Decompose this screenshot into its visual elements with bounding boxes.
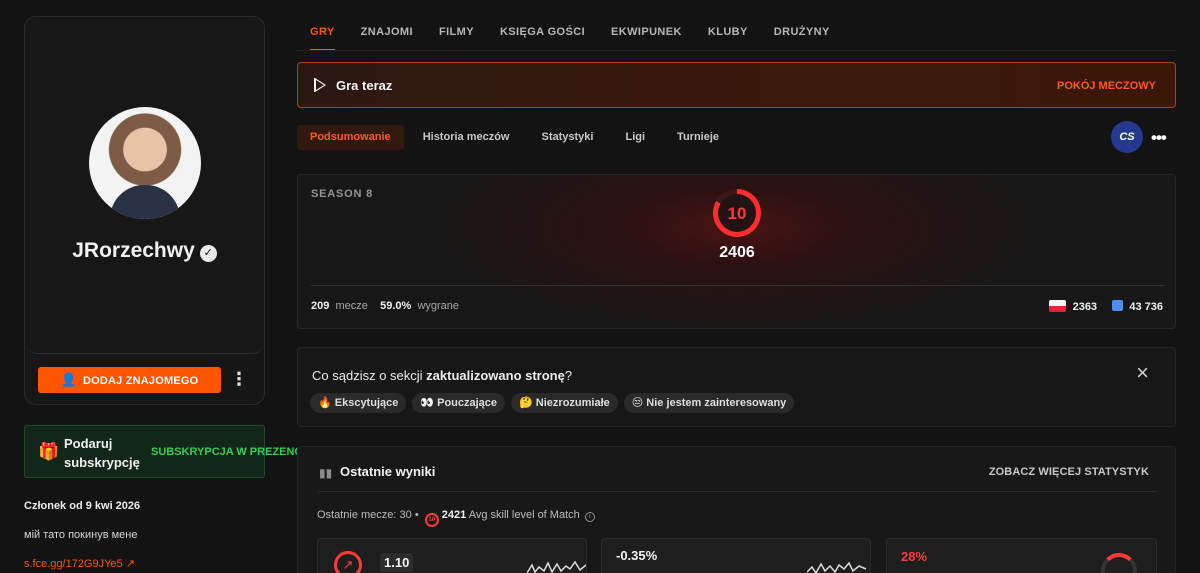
- reaction-confusing[interactable]: 🤔 Niezrozumiałe: [511, 393, 618, 413]
- country-rank: 2363: [1072, 301, 1098, 313]
- season-label: SEASON 8: [311, 188, 374, 200]
- add-person-icon: 👤: [60, 372, 77, 387]
- season-card: SEASON 8 10 2406 209 mecze 59.0% wygrane…: [297, 174, 1176, 329]
- change-value: -0.35%: [616, 548, 658, 563]
- survey-question-prefix: Co sądzisz o sekcji: [312, 368, 427, 383]
- verified-icon: ✓: [199, 245, 217, 262]
- username-row: JRorzechwy ✓: [25, 239, 264, 263]
- external-link-icon: ↗: [125, 558, 135, 570]
- more-options-icon[interactable]: ⋮: [230, 369, 248, 391]
- reaction-informative[interactable]: 👀 Pouczające: [412, 393, 506, 413]
- add-friend-button[interactable]: 👤 DODAJ ZNAJOMEGO: [38, 367, 221, 393]
- results-divider: [318, 491, 1157, 492]
- close-icon[interactable]: ×: [1136, 362, 1149, 384]
- survey-question-bold: zaktualizowano stronę: [426, 368, 565, 383]
- subtab-leagues[interactable]: Ligi: [612, 125, 658, 150]
- profile-header: JRorzechwy ✓: [25, 17, 264, 354]
- world-rank-icon: [1112, 300, 1124, 311]
- ranking-summary: 2363 43 736: [1048, 300, 1163, 313]
- stat-card-change: -0.35%: [601, 538, 871, 573]
- recent-results-card: ▮▮ Ostatnie wyniki ZOBACZ WIĘCEJ STATYST…: [297, 446, 1176, 573]
- tab-teams[interactable]: DRUŻYNY: [774, 26, 830, 51]
- elo-value: 2406: [719, 244, 755, 261]
- subtab-summary[interactable]: Podsumowanie: [297, 125, 404, 150]
- change-sparkline: [807, 561, 867, 573]
- matches-count: 209: [311, 300, 330, 312]
- avatar[interactable]: [89, 107, 201, 219]
- survey-question-suffix: ?: [564, 368, 573, 383]
- profile-link-text[interactable]: s.fce.gg/172G9JYe5: [24, 558, 123, 570]
- profile-card: JRorzechwy ✓ 👤 DODAJ ZNAJOMEGO ⋮: [24, 16, 265, 405]
- reaction-exciting[interactable]: 🔥 Ekscytujące: [310, 393, 407, 413]
- subtab-tournaments[interactable]: Turnieje: [664, 125, 732, 150]
- bar-chart-icon: ▮▮: [319, 466, 333, 480]
- profile-link[interactable]: s.fce.gg/172G9JYe5 ↗: [24, 557, 135, 570]
- stat-card-kd: ↗ 1.10: [317, 538, 587, 573]
- gift-title: Podaruj subskrypcję: [64, 436, 140, 470]
- username: JRorzechwy: [72, 239, 195, 262]
- subtab-statistics[interactable]: Statystyki: [529, 125, 607, 150]
- now-playing-label: Gra teraz: [336, 78, 393, 93]
- add-friend-label: DODAJ ZNAJOMEGO: [82, 375, 199, 387]
- winrate-ring-icon: [1101, 553, 1137, 573]
- gift-icon: 🎁: [38, 442, 60, 461]
- play-icon: [314, 78, 326, 92]
- profile-bio: мій тато покинув мене: [24, 529, 138, 541]
- tabs-divider: [297, 50, 1176, 51]
- member-since: Członek od 9 kwi 2026: [24, 500, 141, 512]
- world-rank: 43 736: [1129, 301, 1163, 313]
- mini-skill-level-icon: 10: [424, 513, 439, 527]
- kd-sparkline: [527, 560, 586, 573]
- survey-reactions: 🔥 Ekscytujące 👀 Pouczające 🤔 Niezrozumia…: [310, 393, 795, 413]
- season-stats: 209 mecze 59.0% wygrane: [311, 300, 459, 312]
- skill-level: 10: [727, 204, 747, 223]
- survey-question: Co sądzisz o sekcji zaktualizowano stron…: [312, 368, 572, 383]
- game-selector-badge[interactable]: CS: [1111, 121, 1143, 153]
- tab-guestbook[interactable]: KSIĘGA GOŚCI: [500, 26, 585, 51]
- feedback-survey: Co sądzisz o sekcji zaktualizowano stron…: [297, 347, 1176, 427]
- kd-gauge-icon: ↗: [334, 551, 362, 573]
- win-rate: 59.0%: [380, 300, 412, 312]
- info-icon[interactable]: i: [584, 512, 595, 522]
- tab-clubs[interactable]: KLUBY: [708, 26, 748, 51]
- tab-gry[interactable]: GRY: [310, 26, 335, 51]
- gift-subscription-link[interactable]: SUBSKRYPCJA W PREZENCIE: [151, 446, 313, 458]
- results-title: Ostatnie wyniki: [340, 464, 436, 479]
- poland-flag-icon: [1048, 300, 1066, 312]
- tab-znajomi[interactable]: ZNAJOMI: [361, 26, 413, 51]
- reaction-not-interested[interactable]: 😒 Nie jestem zainteresowany: [623, 393, 795, 413]
- more-horizontal-icon[interactable]: •••: [1151, 128, 1167, 148]
- kd-value: 1.10: [380, 553, 414, 572]
- tab-filmy[interactable]: FILMY: [439, 26, 474, 51]
- winrate-value: 28%: [901, 549, 928, 564]
- win-label: wygrane: [417, 300, 460, 312]
- now-playing-banner[interactable]: Gra teraz POKÓJ MECZOWY: [297, 62, 1176, 108]
- gift-subscription-card[interactable]: 🎁 Podaruj subskrypcję SUBSKRYPCJA W PREZ…: [24, 425, 313, 478]
- stat-card-winrate: 28%: [886, 538, 1157, 573]
- match-room-link[interactable]: POKÓJ MECZOWY: [1057, 80, 1156, 92]
- average-elo: 2421: [441, 509, 467, 521]
- recent-matches-label: Ostatnie mecze: 30 •: [317, 509, 419, 521]
- average-skill-label: Avg skill level of Match: [468, 509, 580, 521]
- recent-matches-summary: Ostatnie mecze: 30 • 10 2421 Avg skill le…: [317, 509, 595, 527]
- tab-inventory[interactable]: EKWIPUNEK: [611, 26, 682, 51]
- subtab-match-history[interactable]: Historia meczów: [410, 125, 523, 150]
- matches-label: mecze: [335, 300, 368, 312]
- season-divider: [311, 285, 1164, 286]
- subtabs: Podsumowanie Historia meczów Statystyki …: [297, 125, 738, 150]
- see-more-stats-link[interactable]: ZOBACZ WIĘCEJ STATYSTYK: [989, 466, 1149, 478]
- top-navigation-tabs: GRY ZNAJOMI FILMY KSIĘGA GOŚCI EKWIPUNEK…: [310, 26, 830, 51]
